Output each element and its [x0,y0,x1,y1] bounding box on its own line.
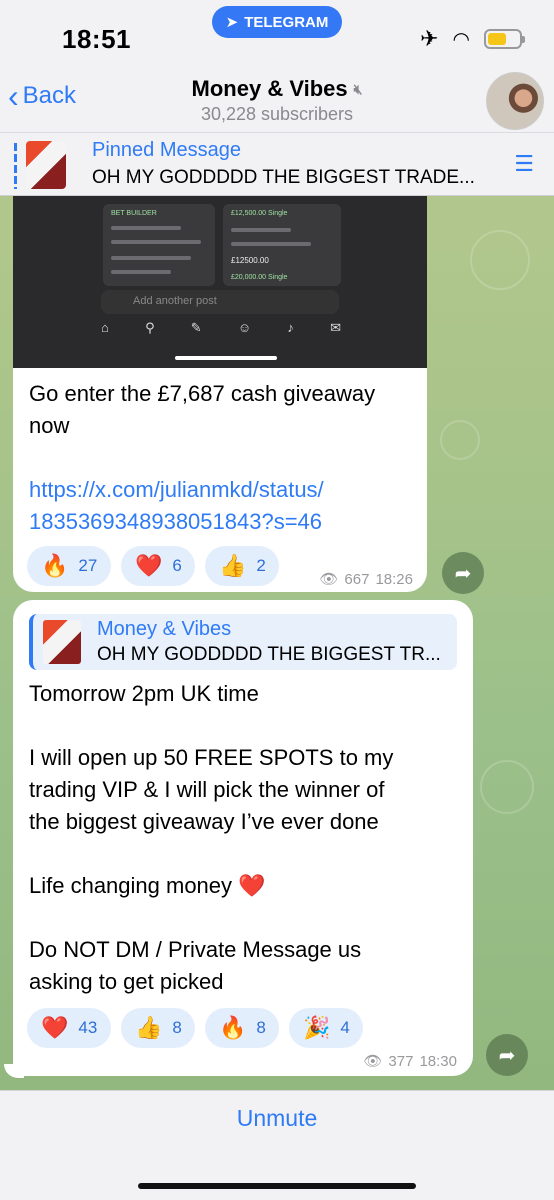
pinned-message-bar[interactable]: Pinned Message OH MY GODDDDD THE BIGGEST… [0,132,554,196]
reaction-chip[interactable]: 🔥 27 [27,546,111,586]
message-link[interactable]: 1835369348938051843?s=46 [29,506,375,538]
telegram-pill[interactable]: ➤ TELEGRAM [212,6,342,38]
share-arrow-icon: ➦ [454,562,472,585]
pinned-text: OH MY GODDDDD THE BIGGEST TRADE... [92,167,475,188]
channel-avatar[interactable] [486,72,544,130]
reaction-chip[interactable]: 👍 8 [121,1008,195,1048]
message-image[interactable]: BET BUILDER £12,500.00 Single £12500.00 … [13,196,427,368]
message-line: the biggest giveaway I’ve ever done [29,809,379,834]
thumbs-up-emoji-icon: 👍 [219,553,247,578]
wallpaper-doodle [470,230,530,290]
image-card: BET BUILDER [103,204,215,286]
share-button[interactable]: ➦ [442,552,484,594]
muted-icon: 🔇︎ [353,80,363,97]
fire-emoji-icon: 🔥 [219,1015,247,1040]
chat-header: ‹ Back Money & Vibes 🔇︎ 30,228 subscribe… [0,70,554,132]
message-line [29,838,393,870]
reaction-count: 4 [340,1018,350,1037]
reaction-chip[interactable]: 🔥 8 [205,1008,279,1048]
image-nav-row: ⌂ ⚲ ✎ ☺ ♪ ✉ [101,320,341,335]
battery-icon [484,29,525,49]
reaction-count: 43 [78,1018,98,1037]
reply-text: OH MY GODDDDD THE BIGGEST TR... [97,644,441,665]
pin-list-icon[interactable]: ☰ [514,151,534,177]
clock: 18:51 [62,24,131,54]
message-line: asking to get picked [29,969,224,994]
image-card-title: £12,500.00 Single [231,210,288,217]
reaction-row: ❤️ 43 👍 8 🔥 8 🎉 4 [27,1008,363,1048]
channel-title-block[interactable]: Money & Vibes 🔇︎ 30,228 subscribers [0,76,554,125]
message-bubble[interactable]: BET BUILDER £12,500.00 Single £12500.00 … [13,196,427,592]
message-line [29,902,393,934]
heart-emoji-icon: ❤️ [135,553,163,578]
reaction-chip[interactable]: 👍 2 [205,546,279,586]
message-meta: 👁︎ 667 18:26 [319,570,413,589]
eye-icon: 👁︎ [319,571,339,588]
subscriber-count: 30,228 subscribers [200,104,354,124]
channel-name: Money & Vibes [191,76,348,101]
message-line: Go enter the £7,687 cash giveaway [29,381,376,406]
telegram-pill-label: TELEGRAM [244,13,329,31]
reaction-chip[interactable]: ❤️ 43 [27,1008,111,1048]
eye-icon: 👁︎ [363,1053,383,1070]
home-indicator[interactable] [138,1183,416,1189]
reply-thumbnail [43,620,81,664]
bottom-bar: Unmute [0,1090,554,1200]
message-bubble[interactable]: Money & Vibes OH MY GODDDDD THE BIGGEST … [13,600,473,1076]
reply-preview[interactable]: Money & Vibes OH MY GODDDDD THE BIGGEST … [29,614,457,670]
pinned-indicator [14,143,17,189]
bubble-tail [4,1064,24,1078]
thumbs-up-emoji-icon: 👍 [135,1015,163,1040]
message-link[interactable]: https://x.com/julianmkd/status/ [29,474,375,506]
image-card: £12,500.00 Single £12500.00 £20,000.00 S… [223,204,341,286]
message-line: Tomorrow 2pm UK time [29,681,259,706]
image-home-indicator [175,356,277,360]
message-line: trading VIP & I will pick the winner of [29,777,385,802]
message-line: Do NOT DM / Private Message us [29,937,362,962]
status-bar: 18:51 ➤ TELEGRAM ✈ ◠ [0,0,554,70]
reaction-chip[interactable]: 🎉 4 [289,1008,363,1048]
fire-emoji-icon: 🔥 [41,553,69,578]
message-line: I will open up 50 FREE SPOTS to my [29,745,394,770]
reaction-count: 8 [172,1018,182,1037]
share-arrow-icon: ➦ [498,1044,516,1067]
telegram-icon: ➤ [225,14,239,31]
wallpaper-doodle [440,420,480,460]
unmute-button[interactable]: Unmute [0,1105,554,1132]
message-line [29,710,393,742]
reaction-count: 6 [172,556,182,575]
pinned-thumbnail [26,141,66,189]
message-text: Tomorrow 2pm UK time I will open up 50 F… [29,678,393,998]
status-icons: ✈ ◠ [420,26,525,52]
message-line: now [29,413,70,438]
reaction-count: 8 [256,1018,266,1037]
heart-emoji-icon: ❤️ [41,1015,69,1040]
reaction-chip[interactable]: ❤️ 6 [121,546,195,586]
wallpaper-doodle [480,760,534,814]
message-time: 18:30 [419,1052,457,1070]
reaction-count: 27 [78,556,98,575]
image-post-field: Add another post [101,290,339,314]
view-count: 667 [344,570,370,588]
view-count: 377 [388,1052,414,1070]
message-line: Life changing money ❤️ [29,873,266,898]
reply-title: Money & Vibes [97,618,232,640]
share-button[interactable]: ➦ [486,1034,528,1076]
message-time: 18:26 [375,570,413,588]
reaction-count: 2 [256,556,266,575]
image-card-value: £12500.00 [231,256,269,265]
party-popper-emoji-icon: 🎉 [303,1015,331,1040]
pinned-label: Pinned Message [92,139,241,161]
message-meta: 👁︎ 377 18:30 [363,1052,457,1071]
message-text: Go enter the £7,687 cash giveaway now ht… [29,378,375,538]
image-card-title: BET BUILDER [111,210,157,217]
wifi-icon: ◠ [452,28,470,51]
image-card-title: £20,000.00 Single [231,274,288,281]
reaction-row: 🔥 27 ❤️ 6 👍 2 [27,546,279,586]
airplane-icon: ✈ [420,26,439,51]
